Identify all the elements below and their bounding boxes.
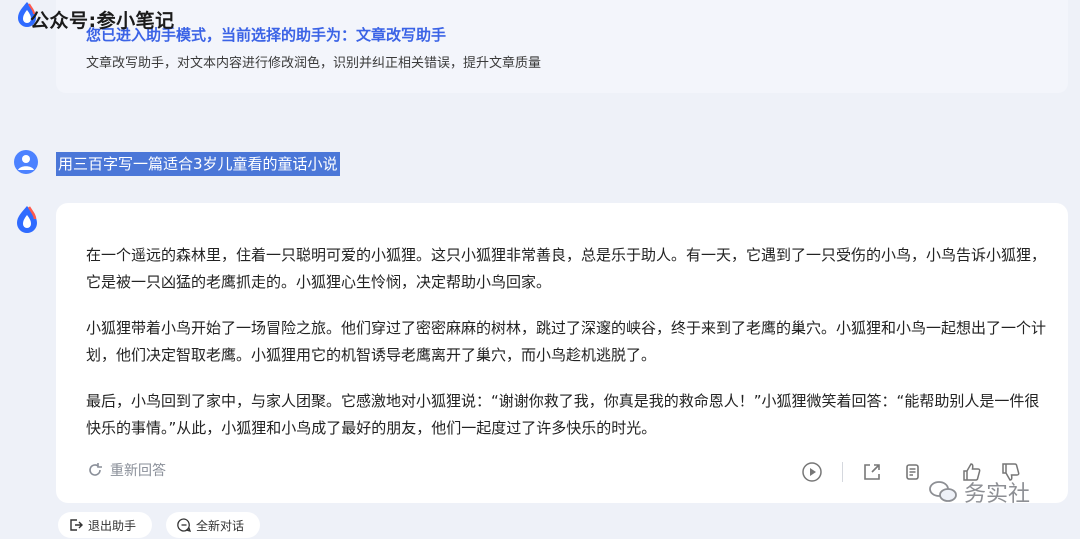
assistant-mode-description: 文章改写助手，对文本内容进行修改润色，识别并纠正相关错误，提升文章质量 (86, 56, 542, 71)
share-icon[interactable] (861, 461, 883, 483)
exit-assistant-label: 退出助手 (88, 518, 137, 533)
new-chat-icon (177, 518, 192, 532)
new-chat-button[interactable]: 全新对话 (166, 512, 260, 538)
brand-watermark-text: 务实社 (964, 482, 1031, 507)
answer-paragraph: 最后，小鸟回到了家中，与家人团聚。它感激地对小狐狸说：“谢谢你救了我，你真是我的… (86, 392, 1040, 437)
divider (842, 462, 843, 482)
assistant-mode-card (56, 0, 1068, 93)
exit-icon (70, 519, 83, 531)
user-message: 用三百字写一篇适合3岁儿童看的童话小说 (56, 152, 340, 176)
brand-watermark: 务实社 (928, 476, 1030, 508)
refresh-icon (89, 463, 102, 476)
spark-assistant-logo-icon (17, 206, 37, 233)
user-icon (18, 155, 34, 170)
exit-assistant-button[interactable]: 退出助手 (58, 512, 152, 538)
copy-icon[interactable] (901, 461, 923, 483)
channel-watermark: 公众号:参小笔记 (30, 10, 175, 32)
regenerate-label: 重新回答 (110, 463, 166, 479)
user-avatar (14, 150, 38, 174)
regenerate-button[interactable]: 重新回答 (86, 460, 166, 480)
wechat-icon (929, 481, 957, 502)
play-icon[interactable] (801, 461, 823, 483)
answer-paragraph: 小狐狸带着小鸟开始了一场冒险之旅。他们穿过了密密麻麻的树林，跳过了深邃的峡谷，终… (86, 319, 1047, 364)
new-chat-label: 全新对话 (196, 518, 245, 533)
answer-paragraph: 在一个遥远的森林里，住着一只聪明可爱的小狐狸。这只小狐狸非常善良，总是乐于助人。… (86, 246, 1047, 291)
